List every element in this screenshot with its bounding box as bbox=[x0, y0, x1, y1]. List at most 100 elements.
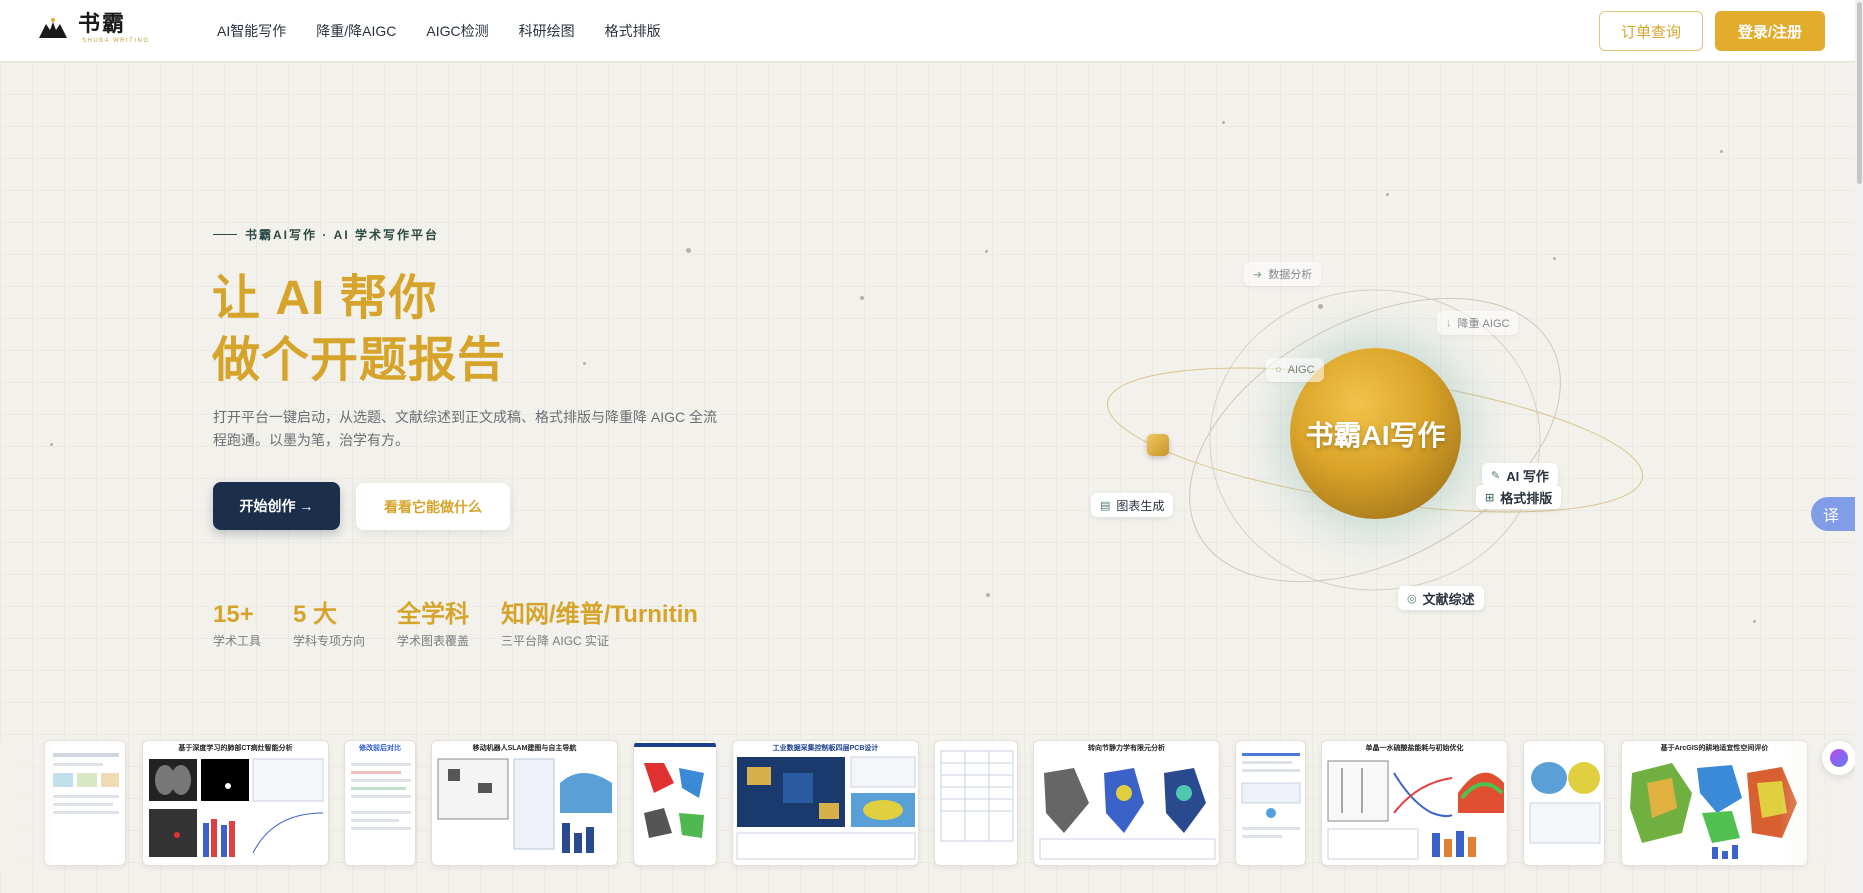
stat-label: 学科专项方向 bbox=[293, 634, 366, 648]
gallery-thumb[interactable] bbox=[1523, 740, 1605, 866]
top-navbar: 书霸 SHUBA WRITING AI智能写作 降重/降AIGC AIGC检测 … bbox=[0, 0, 1863, 62]
gallery-thumb[interactable]: 转向节静力学有限元分析 bbox=[1033, 740, 1220, 866]
hero-description: 打开平台一键启动，从选题、文献综述到正文成稿、格式排版与降重降 AIGC 全流程… bbox=[213, 409, 718, 448]
chat-assistant-button[interactable] bbox=[1822, 741, 1856, 775]
hero-headline: 让 AI 帮你 做个开题报告 bbox=[212, 268, 506, 392]
eyebrow-line bbox=[213, 234, 237, 235]
login-register-button[interactable]: 登录/注册 bbox=[1715, 11, 1825, 51]
tag-label: 文献综述 bbox=[1422, 591, 1475, 607]
eyebrow-text: 书霸AI写作 · AI 学术写作平台 bbox=[245, 228, 439, 242]
sample-gallery: 基于深度学习的肺部CT病灶智能分析 修改前后对比 移动机器人SLAM建图与自主导… bbox=[0, 740, 1855, 870]
tag-label: 降重 AIGC bbox=[1457, 318, 1510, 330]
background-dot bbox=[50, 443, 53, 446]
arrow-icon: ➜ bbox=[1253, 268, 1263, 281]
nav-item-ai-writing[interactable]: AI智能写作 bbox=[217, 21, 286, 41]
tag-ai-writing: ✎ AI 写作 bbox=[1482, 463, 1558, 487]
tag-literature: ◎ 文献综述 bbox=[1398, 586, 1484, 610]
gallery-thumb[interactable]: 基于深度学习的肺部CT病灶智能分析 bbox=[142, 740, 329, 866]
background-dot bbox=[1222, 121, 1225, 124]
gallery-fade-left bbox=[0, 740, 60, 870]
background-dot bbox=[1753, 620, 1756, 623]
hero-eyebrow: 书霸AI写作 · AI 学术写作平台 bbox=[213, 226, 439, 243]
tag-label: AI 写作 bbox=[1506, 468, 1549, 484]
stat-label: 学术图表覆盖 bbox=[397, 634, 470, 648]
stats-row: 15+ 学术工具 5 大 学科专项方向 全学科 学术图表覆盖 知网/维普/Tur… bbox=[213, 600, 730, 649]
nav-item-aigc-detect[interactable]: AIGC检测 bbox=[426, 21, 488, 41]
tag-chart-gen: ▤ 图表生成 bbox=[1091, 493, 1174, 517]
background-dot bbox=[985, 250, 988, 253]
tag-reduce-aigc: ↓ 降重 AIGC bbox=[1437, 311, 1519, 335]
background-dot bbox=[686, 248, 691, 253]
chat-bubble-icon bbox=[1830, 749, 1848, 767]
circle-icon: ○ bbox=[1275, 364, 1282, 376]
book-mountain-icon bbox=[39, 18, 67, 38]
stat-item: 知网/维普/Turnitin 三平台降 AIGC 实证 bbox=[501, 600, 698, 649]
see-features-button[interactable]: 看看它能做什么 bbox=[356, 483, 510, 530]
stat-label: 学术工具 bbox=[213, 634, 262, 648]
pcb-preview-icon bbox=[736, 756, 916, 860]
gallery-thumb[interactable]: 工业数据采集控制板四层PCB设计 bbox=[732, 740, 919, 866]
order-query-button[interactable]: 订单查询 bbox=[1599, 11, 1703, 51]
tag-aigc: ○ AIGC bbox=[1266, 358, 1324, 382]
scrollbar-thumb[interactable] bbox=[1857, 2, 1862, 184]
stat-value: 5 大 bbox=[293, 601, 338, 628]
start-creating-button[interactable]: 开始创作 → bbox=[213, 482, 340, 530]
protein-preview-icon bbox=[1529, 762, 1601, 844]
ct-analysis-preview-icon bbox=[149, 758, 324, 857]
pen-icon: ✎ bbox=[1491, 469, 1501, 482]
nav-item-format[interactable]: 格式排版 bbox=[605, 21, 661, 41]
brand-logo[interactable]: 书霸 SHUBA WRITING bbox=[38, 12, 150, 44]
tag-label: 数据分析 bbox=[1268, 269, 1313, 281]
brand-subtitle: SHUBA WRITING bbox=[82, 38, 150, 44]
background-dot bbox=[986, 593, 990, 597]
background-dot bbox=[1720, 150, 1723, 153]
stat-value: 知网/维普/Turnitin bbox=[501, 601, 698, 628]
background-dot bbox=[583, 362, 586, 365]
headline-line-1: 让 AI 帮你 bbox=[212, 272, 438, 325]
tag-label: AIGC bbox=[1287, 364, 1315, 376]
gallery-thumb[interactable]: 移动机器人SLAM建图与自主导航 bbox=[431, 740, 618, 866]
tag-format: ⊞ 格式排版 bbox=[1476, 485, 1562, 509]
stat-value: 全学科 bbox=[397, 601, 470, 628]
report-preview-icon bbox=[1241, 753, 1301, 838]
slam-preview-icon bbox=[437, 758, 612, 853]
gallery-thumb[interactable]: 修改前后对比 bbox=[344, 740, 416, 866]
thumb-title: 转向节静力学有限元分析 bbox=[1088, 745, 1165, 752]
gallery-thumb[interactable]: 单晶一水硫酸盐能耗与初始优化 bbox=[1321, 740, 1508, 866]
gallery-thumb[interactable] bbox=[934, 740, 1018, 866]
stat-item: 15+ 学术工具 bbox=[213, 600, 261, 649]
center-sphere-label: 书霸AI写作 bbox=[1305, 419, 1446, 451]
orbit-cube bbox=[1147, 434, 1169, 456]
stat-item: 全学科 学术图表覆盖 bbox=[397, 600, 469, 649]
knuckle-fea-preview-icon bbox=[1039, 768, 1216, 860]
revision-preview-icon bbox=[351, 763, 411, 830]
nav-item-research-drawing[interactable]: 科研绘图 bbox=[519, 21, 575, 41]
nav-item-reduce-aigc[interactable]: 降重/降AIGC bbox=[316, 21, 396, 41]
stat-item: 5 大 学科专项方向 bbox=[293, 600, 365, 649]
fea-preview-icon bbox=[634, 743, 716, 838]
chart-icon: ▤ bbox=[1100, 499, 1111, 512]
tag-label: 图表生成 bbox=[1116, 498, 1165, 513]
grid-icon: ⊞ bbox=[1485, 491, 1495, 504]
literature-icon: ◎ bbox=[1407, 592, 1417, 605]
down-arrow-icon: ↓ bbox=[1446, 317, 1452, 329]
thumb-title: 移动机器人SLAM建图与自主导航 bbox=[472, 745, 577, 752]
stat-label: 三平台降 AIGC 实证 bbox=[501, 634, 610, 648]
stat-value: 15+ bbox=[213, 601, 254, 628]
thumb-title: 工业数据采集控制板四层PCB设计 bbox=[772, 745, 879, 752]
headline-line-2: 做个开题报告 bbox=[212, 334, 507, 387]
thumb-title: 基于深度学习的肺部CT病灶智能分析 bbox=[178, 745, 293, 752]
thumb-title: 单晶一水硫酸盐能耗与初始优化 bbox=[1365, 745, 1464, 752]
process-preview-icon bbox=[1327, 760, 1504, 860]
background-dot bbox=[860, 296, 864, 300]
translate-button[interactable]: 译 bbox=[1811, 497, 1855, 531]
table-preview-icon bbox=[940, 750, 1014, 842]
main-nav: AI智能写作 降重/降AIGC AIGC检测 科研绘图 格式排版 bbox=[217, 0, 691, 62]
tag-data-analysis: ➜ 数据分析 bbox=[1244, 262, 1322, 286]
brand-name: 书霸 bbox=[78, 11, 127, 36]
thumb-title: 修改前后对比 bbox=[359, 745, 401, 752]
background-dot bbox=[1386, 193, 1389, 196]
gallery-thumb[interactable] bbox=[1235, 740, 1306, 866]
gallery-thumb[interactable] bbox=[633, 740, 717, 866]
tag-label: 格式排版 bbox=[1500, 490, 1553, 506]
